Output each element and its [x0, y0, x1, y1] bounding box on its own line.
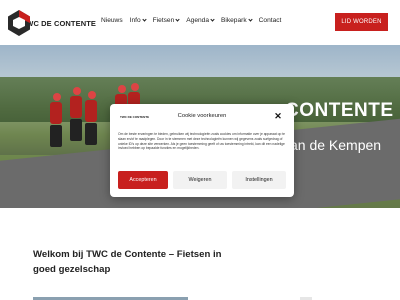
chevron-down-icon [175, 17, 180, 22]
site-header: TWC DE CONTENTE Nieuws Info Fietsen Agen… [0, 0, 400, 45]
modal-title: Cookie voorkeuren [177, 113, 227, 119]
settings-button[interactable]: Instellingen [232, 171, 286, 189]
close-icon[interactable]: ✕ [272, 110, 284, 122]
lid-worden-button[interactable]: LID WORDEN [335, 13, 388, 31]
nav-label: Fietsen [152, 17, 175, 24]
nav-item-contact[interactable]: Contact [259, 17, 282, 24]
nav-item-fietsen[interactable]: Fietsen [153, 17, 180, 24]
nav-label: Agenda [186, 17, 209, 24]
welcome-heading: Welkom bij TWC de Contente – Fietsen in … [33, 249, 222, 275]
nav-label: Contact [258, 17, 282, 24]
accept-button[interactable]: Accepteren [118, 171, 168, 189]
nav-item-bikepark[interactable]: Bikepark [220, 17, 253, 24]
nav-item-agenda[interactable]: Agenda [186, 17, 215, 24]
chevron-down-icon [248, 17, 253, 22]
modal-logo-text: TWC DE CONTENTE [120, 115, 150, 119]
logo-text: TWC DE CONTENTE [21, 18, 96, 28]
hexagon-logo-icon [8, 10, 30, 36]
hero-subtitle: van de Kempen [283, 137, 382, 153]
nav-item-info[interactable]: Info [129, 17, 147, 24]
chevron-down-icon [210, 17, 215, 22]
modal-logo: TWC DE CONTENTE [118, 111, 150, 123]
cookie-consent-modal: TWC DE CONTENTE Cookie voorkeuren ✕ Om d… [110, 104, 294, 197]
nav-label: Bikepark [220, 17, 247, 24]
nav-label: Info [129, 17, 141, 24]
nav-item-nieuws[interactable]: Nieuws [101, 17, 123, 24]
chevron-down-icon [142, 17, 147, 22]
cookie-description: Om de beste ervaringen te bieden, gebrui… [118, 132, 285, 151]
site-logo[interactable]: TWC DE CONTENTE [8, 6, 96, 40]
decline-button[interactable]: Weigeren [173, 171, 227, 189]
hero-title: CONTENTE [285, 100, 394, 121]
main-nav: Nieuws Info Fietsen Agenda Bikepark Cont… [101, 17, 281, 24]
nav-label: Nieuws [101, 17, 123, 24]
